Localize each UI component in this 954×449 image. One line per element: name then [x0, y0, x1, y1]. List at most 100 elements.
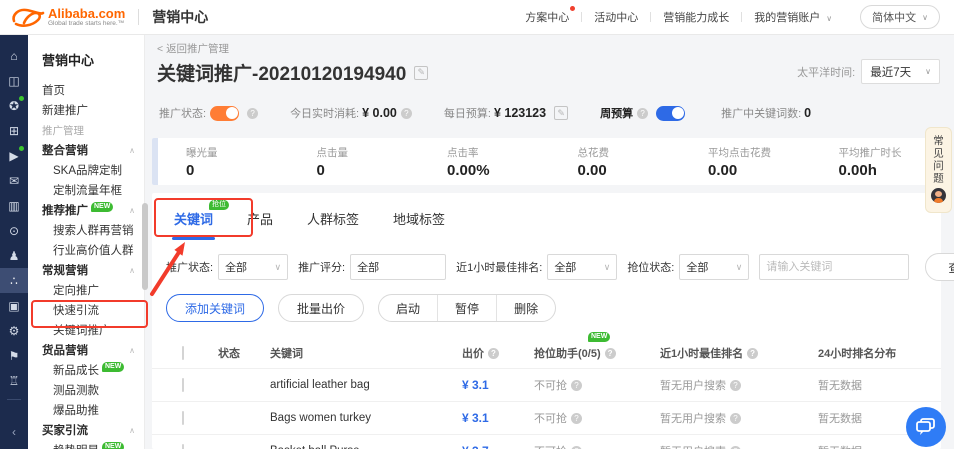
question-icon[interactable]: ?: [247, 108, 258, 119]
page: Alibaba.com Global trade starts here.™ 营…: [0, 0, 954, 449]
alibaba-logo[interactable]: Alibaba.com Global trade starts here.™: [10, 5, 125, 29]
row-checkbox[interactable]: [182, 411, 184, 425]
video-icon[interactable]: ▶: [0, 143, 28, 168]
daily-budget-value: ¥ 123123: [494, 106, 546, 120]
col-grab-assistant: NEW 抢位助手(0/5) ?: [534, 345, 660, 361]
travel-icon[interactable]: ⚑: [0, 343, 28, 368]
location-icon[interactable]: ⊙: [0, 218, 28, 243]
sidebar-item-targeted-promotion[interactable]: 定向推广: [28, 281, 144, 301]
nav-marketing-growth[interactable]: 营销能力成长: [661, 9, 731, 25]
sidebar-group-buyer-traffic[interactable]: 买家引流∧: [28, 421, 144, 441]
keyword-search-input[interactable]: [759, 254, 909, 280]
tab-audience-tags[interactable]: 人群标签: [307, 209, 359, 240]
certificate-icon[interactable]: ✪: [0, 93, 28, 118]
batch-bid-button[interactable]: 批量出价: [278, 294, 364, 322]
edit-title-icon[interactable]: ✎: [414, 66, 428, 80]
sidebar-group-regular-marketing[interactable]: 常规营销∧: [28, 261, 144, 281]
question-icon[interactable]: ?: [571, 380, 582, 391]
collapse-icon[interactable]: ‹: [12, 425, 16, 439]
nav-plan-center[interactable]: 方案中心: [523, 9, 571, 25]
sidebar-group-recommend-promotion[interactable]: 推荐推广NEW∧: [28, 201, 144, 221]
sidebar-item-new-product-growth[interactable]: 新品成长NEW: [28, 361, 144, 381]
bank-icon[interactable]: ♖: [0, 368, 28, 393]
filter-promo-status-select[interactable]: 全部 ∨: [218, 254, 288, 280]
table-header-row: 状态 关键词 出价 ? NEW 抢位助手(0/5) ? 近1小时最佳排名 ?: [152, 338, 941, 368]
row-checkbox[interactable]: [182, 378, 184, 392]
col-rank-distribution: 24小时排名分布: [818, 345, 941, 361]
faq-side-tab[interactable]: 常见问题: [925, 127, 952, 213]
apps-grid-icon[interactable]: ⊞: [0, 118, 28, 143]
sidebar-item-trend-star[interactable]: 趋势明星NEW: [28, 441, 144, 449]
brand-tagline: Global trade starts here.™: [48, 21, 125, 28]
page-title: 关键词推广-20210120194940: [157, 59, 406, 86]
sidebar-item-home[interactable]: 首页: [28, 81, 144, 101]
tab-keywords[interactable]: 关键词 抢位: [174, 209, 213, 240]
tab-region-tags[interactable]: 地域标签: [393, 209, 445, 240]
delete-button[interactable]: 删除: [496, 295, 555, 321]
question-icon[interactable]: ?: [571, 413, 582, 424]
chevron-down-icon: ∨: [274, 262, 281, 273]
scrollbar-thumb[interactable]: [142, 203, 148, 290]
back-icon: <: [157, 43, 163, 55]
sidebar-group-integrated-marketing[interactable]: 整合营销∧: [28, 141, 144, 161]
question-icon[interactable]: ?: [730, 446, 741, 449]
bid-cell[interactable]: ¥ 3.7: [462, 444, 534, 449]
question-icon[interactable]: ?: [571, 446, 582, 449]
tab-products[interactable]: 产品: [247, 209, 273, 240]
filter-grab-status-select[interactable]: 全部 ∨: [679, 254, 749, 280]
question-icon[interactable]: ?: [605, 348, 616, 359]
edit-budget-icon[interactable]: ✎: [554, 106, 568, 120]
settings-icon[interactable]: ⚙: [0, 318, 28, 343]
sidebar-item-quick-traffic[interactable]: 快速引流: [28, 301, 144, 321]
sidebar-item-hot-product-boost[interactable]: 爆品助推: [28, 401, 144, 421]
question-icon[interactable]: ?: [637, 108, 648, 119]
orders-icon[interactable]: ▣: [0, 293, 28, 318]
filter-best-rank-select[interactable]: 全部 ∨: [547, 254, 617, 280]
chat-widget-button[interactable]: [906, 407, 946, 447]
keyword-cell: artificial leather bag: [270, 379, 462, 391]
add-keyword-button[interactable]: 添加关键词: [166, 294, 264, 322]
sidebar-item-new-promotion[interactable]: 新建推广: [28, 101, 144, 121]
new-badge: NEW: [91, 202, 113, 212]
sidebar-item-high-value-audience[interactable]: 行业高价值人群: [28, 241, 144, 261]
select-all-checkbox[interactable]: [182, 346, 184, 360]
question-icon[interactable]: ?: [730, 380, 741, 391]
distribution-cell: 暂无数据: [818, 377, 941, 393]
stat-impressions: 曝光量0: [158, 145, 289, 179]
today-spend-value: ¥ 0.00: [362, 106, 397, 120]
question-icon[interactable]: ?: [730, 413, 741, 424]
sidebar-item-custom-traffic[interactable]: 定制流量年框: [28, 181, 144, 201]
breadcrumb-back-link[interactable]: < 返回推广管理: [157, 41, 229, 56]
bid-cell[interactable]: ¥ 3.1: [462, 411, 534, 425]
sidebar-item-keyword-promotion[interactable]: 关键词推广: [28, 321, 144, 341]
daily-budget-label: 每日预算:: [444, 105, 491, 121]
question-icon[interactable]: ?: [747, 348, 758, 359]
col-best-rank: 近1小时最佳排名 ?: [660, 345, 818, 361]
nav-activity-center[interactable]: 活动中心: [592, 9, 640, 25]
marketing-icon[interactable]: ∴: [0, 268, 28, 293]
question-icon[interactable]: ?: [401, 108, 412, 119]
nav-my-account[interactable]: 我的营销账户 ∨: [752, 9, 834, 25]
sidebar-item-product-testing[interactable]: 测品测款: [28, 381, 144, 401]
date-range-select[interactable]: 最近7天 ∨: [861, 59, 940, 84]
storefront-icon[interactable]: ◫: [0, 68, 28, 93]
filter-promo-score-input[interactable]: [350, 254, 446, 280]
start-button[interactable]: 启动: [379, 295, 437, 321]
sidebar-item-search-remarketing[interactable]: 搜索人群再营销: [28, 221, 144, 241]
members-icon[interactable]: ♟: [0, 243, 28, 268]
week-budget-toggle[interactable]: [656, 106, 685, 121]
message-icon[interactable]: ✉: [0, 168, 28, 193]
home-icon[interactable]: ⌂: [0, 43, 28, 68]
bid-cell[interactable]: ¥ 3.1: [462, 378, 534, 392]
pause-button[interactable]: 暂停: [437, 295, 496, 321]
question-icon[interactable]: ?: [488, 348, 499, 359]
search-button[interactable]: 查询: [925, 253, 954, 281]
col-status: 状态: [218, 345, 270, 361]
sidebar-item-ska-brand[interactable]: SKA品牌定制: [28, 161, 144, 181]
row-checkbox[interactable]: [182, 444, 184, 449]
analytics-icon[interactable]: ▥: [0, 193, 28, 218]
promo-status-toggle[interactable]: [210, 106, 239, 121]
sidebar-group-product-marketing[interactable]: 货品营销∧: [28, 341, 144, 361]
language-selector[interactable]: 简体中文 ∨: [860, 5, 940, 29]
chevron-down-icon: ∨: [922, 13, 928, 22]
